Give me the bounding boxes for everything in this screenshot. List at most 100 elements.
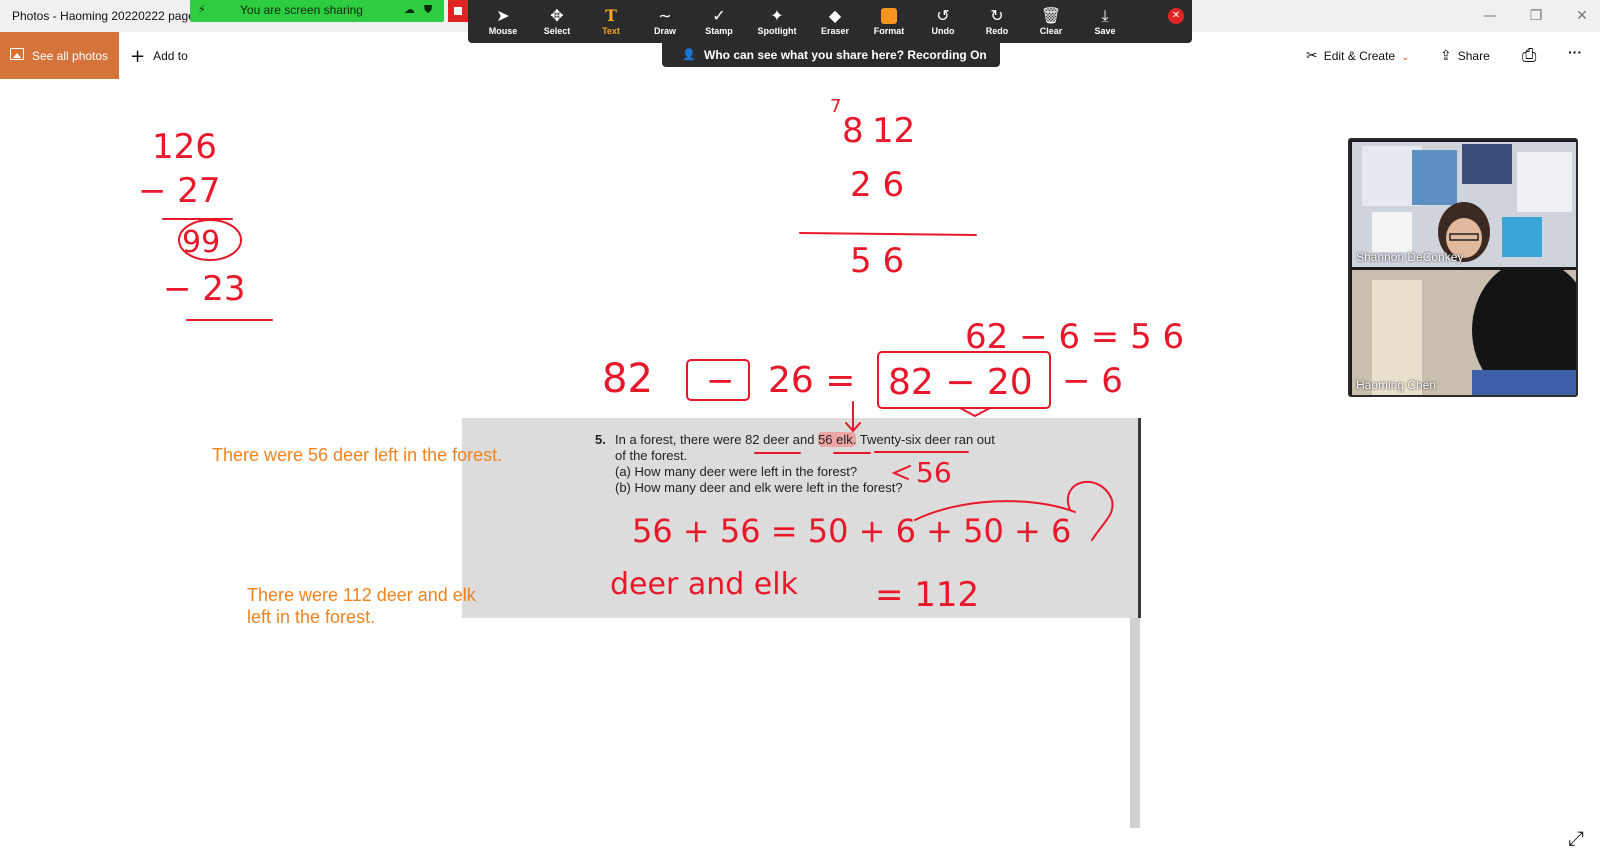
cloud-icon: ☁ xyxy=(404,3,415,16)
video-panel[interactable]: Shannon DeConkey Haoming Chen xyxy=(1348,138,1578,397)
see-all-photos-button[interactable]: See all photos xyxy=(0,32,119,79)
ink-number: − 27 xyxy=(138,171,221,211)
tool-label: Format xyxy=(873,26,905,36)
tool-spotlight[interactable]: ✦ Spotlight xyxy=(746,0,808,43)
tool-eraser[interactable]: ◆ Eraser xyxy=(808,0,862,43)
window-title: Photos - Haoming 20220222 page xyxy=(12,9,195,23)
tool-undo[interactable]: ↺ Undo xyxy=(916,0,970,43)
edit-icon: ✂ xyxy=(1306,48,1318,64)
expand-icon[interactable]: ⤢ xyxy=(1568,826,1584,850)
tool-label: Mouse xyxy=(488,26,518,36)
problem-question-b: (b) How many deer and elk were left in t… xyxy=(615,480,903,495)
redo-icon: ↻ xyxy=(990,6,1004,25)
print-button[interactable]: ⎙ xyxy=(1522,45,1542,66)
tool-mouse[interactable]: ➤ Mouse xyxy=(476,0,530,43)
eraser-icon: ◆ xyxy=(828,6,842,25)
close-window-button[interactable]: ✕ xyxy=(1570,6,1594,26)
mouse-icon: ➤ xyxy=(496,6,510,25)
ink-equation: − 6 xyxy=(1062,361,1123,401)
typed-answer-b-line1: There were 112 deer and elk xyxy=(247,585,476,605)
photo-edge-lower xyxy=(1130,618,1140,828)
video-tile-student[interactable]: Haoming Chen xyxy=(1352,270,1576,395)
participant-name: Haoming Chen xyxy=(1356,378,1437,392)
tool-redo[interactable]: ↻ Redo xyxy=(970,0,1024,43)
ink-equation: 82 − 20 xyxy=(888,362,1033,403)
tool-label: Text xyxy=(602,26,620,36)
ink-number: 8 xyxy=(842,111,864,151)
ink-equation: 62 − 6 = 5 6 xyxy=(965,317,1184,357)
tool-select[interactable]: ✥ Select xyxy=(530,0,584,43)
undo-icon: ↺ xyxy=(936,6,950,25)
poster xyxy=(1502,217,1542,257)
ink-number: 2 6 xyxy=(850,165,904,205)
worksheet-photo xyxy=(462,418,1140,618)
trash-icon: 🗑 xyxy=(1040,6,1062,25)
share-button[interactable]: ⇪ Share xyxy=(1440,48,1490,64)
spotlight-icon: ✦ xyxy=(770,6,784,25)
format-swatch xyxy=(881,8,897,24)
poster xyxy=(1462,144,1512,184)
annotation-toolbar: ➤ Mouse ✥ Select T Text ∼ Draw ✓ Stamp ✦… xyxy=(468,0,1192,43)
video-tile-teacher[interactable]: Shannon DeConkey xyxy=(1352,142,1576,267)
add-to-label: Add to xyxy=(153,49,188,63)
format-color-icon xyxy=(862,6,916,26)
typed-answer-b-line2: left in the forest. xyxy=(247,607,376,627)
recording-notice-text: Who can see what you share here? Recordi… xyxy=(704,48,987,62)
ink-number: 99 xyxy=(182,225,220,260)
restore-button[interactable]: ❐ xyxy=(1524,6,1548,26)
tool-format[interactable]: Format xyxy=(862,0,916,43)
ink-equation: 82 xyxy=(602,356,653,402)
video-feed xyxy=(1362,144,1572,262)
problem-question-a: (a) How many deer were left in the fores… xyxy=(615,464,858,479)
add-to-button[interactable]: + Add to xyxy=(130,46,188,67)
select-icon: ✥ xyxy=(550,6,564,25)
stamp-icon: ✓ xyxy=(712,6,726,25)
ink-number: 5 6 xyxy=(850,241,904,281)
tool-stamp[interactable]: ✓ Stamp xyxy=(692,0,746,43)
problem-text: In a forest, there were 82 deer and xyxy=(615,432,819,447)
participant-name: Shannon DeConkey xyxy=(1356,250,1464,264)
tool-save[interactable]: ⤓ Save xyxy=(1078,0,1132,43)
edit-create-label: Edit & Create xyxy=(1323,49,1396,63)
close-annotation-icon[interactable]: ✕ xyxy=(1168,8,1184,24)
tool-label: Redo xyxy=(985,26,1009,36)
person-icon: 👤 xyxy=(682,48,696,61)
edit-create-button[interactable]: ✂ Edit & Create ⌄ xyxy=(1306,48,1410,64)
text-icon: T xyxy=(605,6,617,25)
tool-label: Undo xyxy=(931,26,955,36)
poster xyxy=(1517,152,1572,212)
screen: Photos - Haoming 20220222 page — ❐ ✕ ⚡ Y… xyxy=(0,0,1600,860)
problem-line-1: In a forest, there were 82 deer and 56 e… xyxy=(615,432,995,448)
stop-share-button[interactable] xyxy=(448,0,468,22)
sharing-icon: ⚡ xyxy=(198,3,206,16)
share-label: Share xyxy=(1457,49,1490,63)
tool-label: Stamp xyxy=(705,26,733,36)
tool-label: Eraser xyxy=(820,26,850,36)
screen-sharing-banner[interactable]: ⚡ You are screen sharing ☁ ⛊ xyxy=(190,0,444,22)
tool-label: Spotlight xyxy=(757,26,797,36)
see-all-photos-label: See all photos xyxy=(32,49,109,63)
ink-box-minus xyxy=(686,359,750,401)
ink-equation: 26 = xyxy=(768,360,855,401)
poster xyxy=(1372,212,1412,252)
tool-draw[interactable]: ∼ Draw xyxy=(638,0,692,43)
draw-icon: ∼ xyxy=(658,6,672,25)
tool-clear[interactable]: 🗑 Clear xyxy=(1024,0,1078,43)
print-icon: ⎙ xyxy=(1522,45,1537,66)
shirt xyxy=(1472,370,1576,395)
tool-text[interactable]: T Text xyxy=(584,0,638,43)
ink-equation: − xyxy=(706,361,735,401)
chevron-down-icon: ⌄ xyxy=(1401,52,1410,63)
problem-number: 5. xyxy=(595,432,606,447)
ink-box-expression xyxy=(877,351,1051,409)
problem-text: Twenty-six deer ran out xyxy=(856,432,995,447)
minimize-button[interactable]: — xyxy=(1478,6,1502,26)
ink-underline xyxy=(799,232,977,236)
ink-box-tail xyxy=(959,407,991,418)
recording-notice[interactable]: 👤 Who can see what you share here? Recor… xyxy=(662,43,1000,67)
highlighted-elk: 56 elk. xyxy=(818,432,857,447)
problem-line-2: of the forest. xyxy=(615,448,688,463)
screen-sharing-text: You are screen sharing xyxy=(240,3,363,17)
more-options-button[interactable]: ··· xyxy=(1568,44,1582,60)
ink-number: 7 xyxy=(830,96,841,117)
